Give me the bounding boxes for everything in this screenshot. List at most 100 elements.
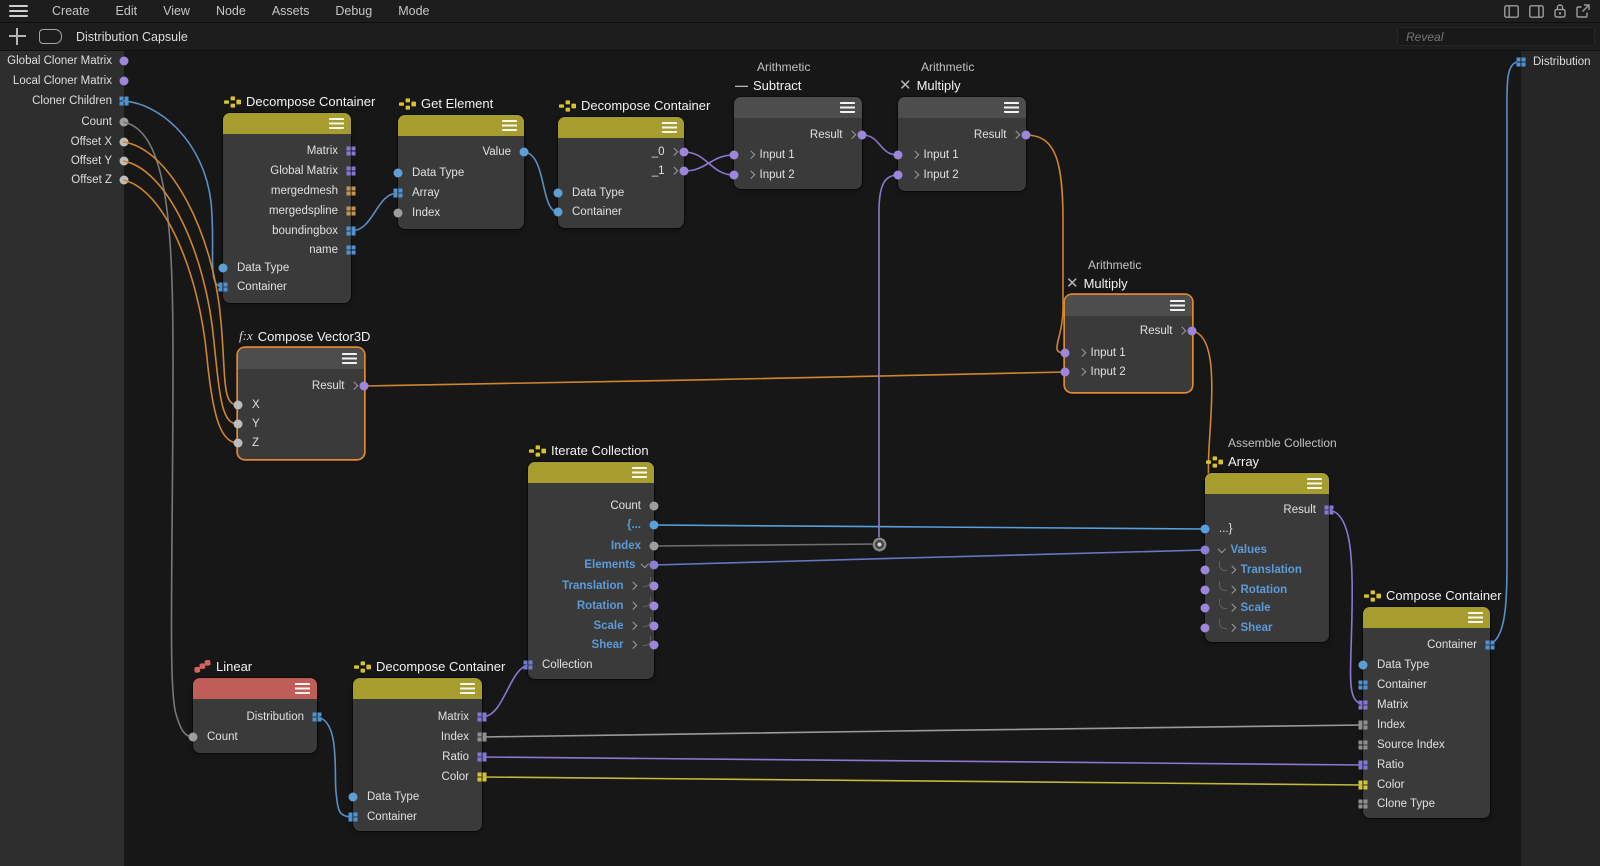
port-iterate-collection-count[interactable] <box>650 502 659 511</box>
wire-array-result-to-compose-matrix[interactable] <box>1329 510 1363 705</box>
node-decompose-container-1[interactable]: Decompose ContainerMatrixGlobal Matrixme… <box>223 113 351 303</box>
wire-boundingbox-to-getelement-array[interactable] <box>351 193 398 231</box>
chevron-right-icon[interactable] <box>1228 604 1236 612</box>
node-assemble-collection-array[interactable]: ArrayAssemble CollectionResult...}Values… <box>1205 473 1329 642</box>
chevron-right-icon[interactable] <box>747 151 755 159</box>
chevron-right-icon[interactable] <box>669 167 677 175</box>
menu-item-edit[interactable]: Edit <box>103 4 151 18</box>
port-iterate-collection-port[interactable] <box>650 521 659 530</box>
lock-icon[interactable] <box>1554 4 1566 18</box>
port-compose-vector3d-x[interactable] <box>234 401 243 410</box>
port-iterate-collection-translation[interactable] <box>650 582 659 591</box>
chevron-right-icon[interactable] <box>628 582 636 590</box>
node-menu-icon[interactable] <box>460 683 475 694</box>
node-header[interactable] <box>223 113 351 134</box>
port-assemble-collection-array-scale[interactable] <box>1201 604 1210 613</box>
wire-vec-result-to-multiply2-input2[interactable] <box>364 372 1065 386</box>
panel-right-icon[interactable] <box>1529 5 1544 18</box>
port-assemble-collection-array-result[interactable] <box>1325 506 1334 515</box>
port-iterate-collection-elements[interactable] <box>650 561 659 570</box>
port-assemble-collection-array-shear[interactable] <box>1201 624 1210 633</box>
port-arithmetic-multiply-2-input-2[interactable] <box>1061 368 1070 377</box>
port-decompose-container-2-0[interactable] <box>680 148 689 157</box>
node-menu-icon[interactable] <box>840 102 855 113</box>
node-menu-icon[interactable] <box>502 120 517 131</box>
reveal-search-input[interactable] <box>1397 27 1595 46</box>
port-assemble-collection-array-values[interactable] <box>1201 546 1210 555</box>
port-decompose-container-1-data-type[interactable] <box>219 264 228 273</box>
add-node-button[interactable] <box>9 28 26 45</box>
node-menu-icon[interactable] <box>295 683 310 694</box>
port-compose-container-ratio[interactable] <box>1359 761 1368 770</box>
wire-decompose3-color-to-compose-color[interactable] <box>482 777 1363 785</box>
port-arithmetic-subtract-input-1[interactable] <box>730 151 739 160</box>
port-iterate-collection-shear[interactable] <box>650 641 659 650</box>
port-arithmetic-multiply-2-result[interactable] <box>1188 327 1197 336</box>
port-decompose-container-1-mergedspline[interactable] <box>347 207 356 216</box>
chevron-right-icon[interactable] <box>628 622 636 630</box>
port-arithmetic-multiply-2-input-1[interactable] <box>1061 349 1070 358</box>
port-get-element-index[interactable] <box>394 209 403 218</box>
port-get-element-data-type[interactable] <box>394 169 403 178</box>
chevron-right-icon[interactable] <box>847 131 855 139</box>
port-compose-container-container[interactable] <box>1359 681 1368 690</box>
node-header[interactable] <box>734 97 862 118</box>
port-decompose-container-2-container[interactable] <box>554 208 563 217</box>
node-header[interactable] <box>558 117 684 138</box>
wire-count-to-linear-count[interactable] <box>123 122 193 737</box>
node-header[interactable] <box>353 678 482 699</box>
wire-index-to-junction[interactable] <box>654 544 879 546</box>
port-decompose-container-1-name[interactable] <box>347 246 356 255</box>
port-assemble-collection-array-port[interactable] <box>1201 525 1210 534</box>
chevron-right-icon[interactable] <box>911 171 919 179</box>
port-compose-container-index[interactable] <box>1359 721 1368 730</box>
node-menu-icon[interactable] <box>342 353 357 364</box>
node-get-element[interactable]: Get ElementValueData TypeArrayIndex <box>398 115 524 229</box>
port-decompose-container-3-color[interactable] <box>478 773 487 782</box>
chevron-right-icon[interactable] <box>349 382 357 390</box>
port-decompose-container-1-boundingbox[interactable] <box>347 227 356 236</box>
chevron-right-icon[interactable] <box>747 171 755 179</box>
wire-offset-x-to-vec-x[interactable] <box>123 142 238 405</box>
node-decompose-container-3[interactable]: Decompose ContainerMatrixIndexRatioColor… <box>353 678 482 831</box>
port-decompose-container-1-mergedmesh[interactable] <box>347 187 356 196</box>
port-arithmetic-subtract-result[interactable] <box>858 131 867 140</box>
chevron-right-icon[interactable] <box>628 602 636 610</box>
port-iterate-collection-scale[interactable] <box>650 622 659 631</box>
port-compose-container-data-type[interactable] <box>1359 661 1368 670</box>
hamburger-menu-icon[interactable] <box>9 5 28 17</box>
port-arithmetic-subtract-input-2[interactable] <box>730 171 739 180</box>
wire-decompose3-index-to-compose-index[interactable] <box>482 725 1363 737</box>
menu-item-node[interactable]: Node <box>203 4 259 18</box>
node-menu-icon[interactable] <box>1468 612 1483 623</box>
port-decompose-container-2-1[interactable] <box>680 167 689 176</box>
chevron-right-icon[interactable] <box>1078 368 1086 376</box>
port-compose-vector3d-y[interactable] <box>234 420 243 429</box>
chevron-right-icon[interactable] <box>1228 566 1236 574</box>
wire-subtract-result-to-multiply1-input1[interactable] <box>862 135 898 155</box>
wire-value-to-decompose2-container[interactable] <box>524 152 558 212</box>
node-arithmetic-subtract[interactable]: —SubtractArithmeticResultInput 1Input 2 <box>734 97 862 189</box>
node-menu-icon[interactable] <box>329 118 344 129</box>
chevron-down-icon[interactable] <box>640 560 648 568</box>
port-linear-distribution[interactable] <box>313 713 322 722</box>
chevron-right-icon[interactable] <box>669 148 677 156</box>
chevron-right-icon[interactable] <box>1228 586 1236 594</box>
chevron-right-icon[interactable] <box>911 151 919 159</box>
chevron-right-icon[interactable] <box>1078 349 1086 357</box>
node-header[interactable] <box>398 115 524 136</box>
port-iterate-collection-rotation[interactable] <box>650 602 659 611</box>
port-get-element-value[interactable] <box>520 148 529 157</box>
node-menu-icon[interactable] <box>632 467 647 478</box>
port-compose-container-matrix[interactable] <box>1359 701 1368 710</box>
node-header[interactable] <box>1205 473 1329 494</box>
menu-item-view[interactable]: View <box>150 4 203 18</box>
node-header[interactable] <box>1065 295 1192 316</box>
chevron-right-icon[interactable] <box>1228 624 1236 632</box>
node-header[interactable] <box>898 97 1026 118</box>
menu-item-mode[interactable]: Mode <box>385 4 442 18</box>
node-header[interactable] <box>238 348 364 369</box>
port-arithmetic-multiply-1-result[interactable] <box>1022 131 1031 140</box>
wire-offset-y-to-vec-y[interactable] <box>123 161 238 424</box>
wire-compose-container-to-distribution-output[interactable] <box>1488 62 1517 645</box>
